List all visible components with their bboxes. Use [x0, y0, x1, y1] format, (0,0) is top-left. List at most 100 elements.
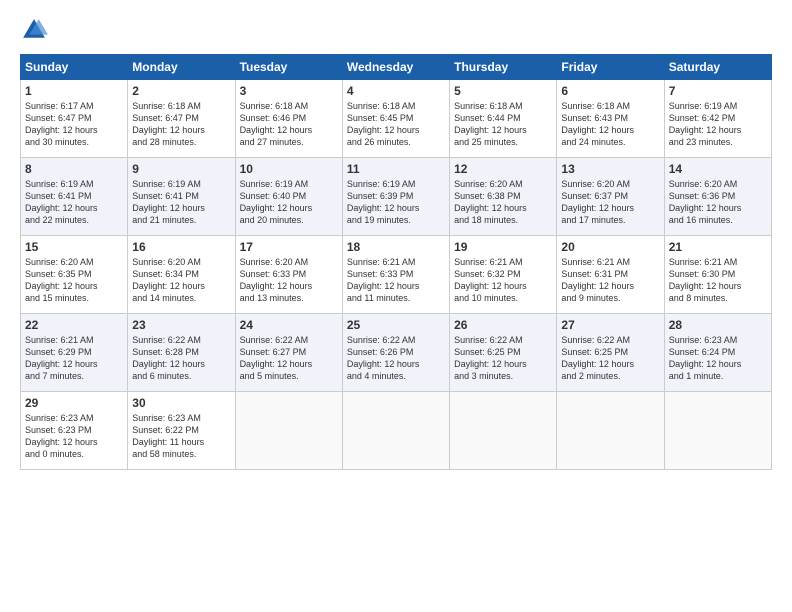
- day-info: Sunrise: 6:20 AM Sunset: 6:34 PM Dayligh…: [132, 256, 230, 305]
- weekday-header-tuesday: Tuesday: [235, 55, 342, 80]
- day-number: 28: [669, 318, 767, 332]
- day-number: 10: [240, 162, 338, 176]
- calendar-day-cell: 26 Sunrise: 6:22 AM Sunset: 6:25 PM Dayli…: [450, 314, 557, 392]
- day-info: Sunrise: 6:22 AM Sunset: 6:25 PM Dayligh…: [454, 334, 552, 383]
- calendar-day-cell: 18 Sunrise: 6:21 AM Sunset: 6:33 PM Dayli…: [342, 236, 449, 314]
- day-number: 30: [132, 396, 230, 410]
- day-number: 15: [25, 240, 123, 254]
- day-number: 11: [347, 162, 445, 176]
- calendar-week-row: 29 Sunrise: 6:23 AM Sunset: 6:23 PM Dayli…: [21, 392, 772, 470]
- calendar-body: 1 Sunrise: 6:17 AM Sunset: 6:47 PM Daylig…: [21, 80, 772, 470]
- day-number: 22: [25, 318, 123, 332]
- calendar-day-cell: [342, 392, 449, 470]
- day-info: Sunrise: 6:17 AM Sunset: 6:47 PM Dayligh…: [25, 100, 123, 149]
- day-info: Sunrise: 6:18 AM Sunset: 6:46 PM Dayligh…: [240, 100, 338, 149]
- calendar-week-row: 8 Sunrise: 6:19 AM Sunset: 6:41 PM Daylig…: [21, 158, 772, 236]
- day-number: 20: [561, 240, 659, 254]
- calendar-day-cell: 29 Sunrise: 6:23 AM Sunset: 6:23 PM Dayli…: [21, 392, 128, 470]
- calendar-day-cell: 10 Sunrise: 6:19 AM Sunset: 6:40 PM Dayli…: [235, 158, 342, 236]
- day-number: 3: [240, 84, 338, 98]
- calendar-day-cell: 13Sunrise: 6:20 AM Sunset: 6:37 PM Dayli…: [557, 158, 664, 236]
- logo: [20, 16, 52, 44]
- day-number: 8: [25, 162, 123, 176]
- calendar-day-cell: 25 Sunrise: 6:22 AM Sunset: 6:26 PM Dayli…: [342, 314, 449, 392]
- calendar-day-cell: 19 Sunrise: 6:21 AM Sunset: 6:32 PM Dayli…: [450, 236, 557, 314]
- day-info: Sunrise: 6:22 AM Sunset: 6:25 PM Dayligh…: [561, 334, 659, 383]
- calendar-week-row: 22 Sunrise: 6:21 AM Sunset: 6:29 PM Dayli…: [21, 314, 772, 392]
- day-number: 21: [669, 240, 767, 254]
- day-info: Sunrise: 6:23 AM Sunset: 6:23 PM Dayligh…: [25, 412, 123, 461]
- calendar-day-cell: 24Sunrise: 6:22 AM Sunset: 6:27 PM Dayli…: [235, 314, 342, 392]
- day-number: 18: [347, 240, 445, 254]
- day-number: 4: [347, 84, 445, 98]
- day-number: 6: [561, 84, 659, 98]
- page-header: [20, 16, 772, 44]
- day-info: Sunrise: 6:23 AM Sunset: 6:24 PM Dayligh…: [669, 334, 767, 383]
- calendar-day-cell: 16Sunrise: 6:20 AM Sunset: 6:34 PM Dayli…: [128, 236, 235, 314]
- day-info: Sunrise: 6:20 AM Sunset: 6:35 PM Dayligh…: [25, 256, 123, 305]
- calendar-day-cell: 28 Sunrise: 6:23 AM Sunset: 6:24 PM Dayli…: [664, 314, 771, 392]
- calendar-day-cell: 30 Sunrise: 6:23 AM Sunset: 6:22 PM Dayli…: [128, 392, 235, 470]
- day-number: 2: [132, 84, 230, 98]
- logo-icon: [20, 16, 48, 44]
- calendar-day-cell: 6 Sunrise: 6:18 AM Sunset: 6:43 PM Daylig…: [557, 80, 664, 158]
- calendar-page: SundayMondayTuesdayWednesdayThursdayFrid…: [0, 0, 792, 612]
- day-number: 12: [454, 162, 552, 176]
- day-number: 9: [132, 162, 230, 176]
- calendar-day-cell: 1 Sunrise: 6:17 AM Sunset: 6:47 PM Daylig…: [21, 80, 128, 158]
- calendar-day-cell: 7Sunrise: 6:19 AM Sunset: 6:42 PM Daylig…: [664, 80, 771, 158]
- day-number: 19: [454, 240, 552, 254]
- day-info: Sunrise: 6:19 AM Sunset: 6:40 PM Dayligh…: [240, 178, 338, 227]
- day-number: 29: [25, 396, 123, 410]
- day-info: Sunrise: 6:20 AM Sunset: 6:37 PM Dayligh…: [561, 178, 659, 227]
- day-info: Sunrise: 6:18 AM Sunset: 6:44 PM Dayligh…: [454, 100, 552, 149]
- calendar-day-cell: 23 Sunrise: 6:22 AM Sunset: 6:28 PM Dayli…: [128, 314, 235, 392]
- calendar-day-cell: 27 Sunrise: 6:22 AM Sunset: 6:25 PM Dayli…: [557, 314, 664, 392]
- day-info: Sunrise: 6:20 AM Sunset: 6:36 PM Dayligh…: [669, 178, 767, 227]
- day-info: Sunrise: 6:23 AM Sunset: 6:22 PM Dayligh…: [132, 412, 230, 461]
- day-info: Sunrise: 6:19 AM Sunset: 6:41 PM Dayligh…: [25, 178, 123, 227]
- calendar-day-cell: 14 Sunrise: 6:20 AM Sunset: 6:36 PM Dayli…: [664, 158, 771, 236]
- weekday-header-saturday: Saturday: [664, 55, 771, 80]
- weekday-header-monday: Monday: [128, 55, 235, 80]
- day-info: Sunrise: 6:21 AM Sunset: 6:32 PM Dayligh…: [454, 256, 552, 305]
- calendar-day-cell: 9Sunrise: 6:19 AM Sunset: 6:41 PM Daylig…: [128, 158, 235, 236]
- weekday-header-sunday: Sunday: [21, 55, 128, 80]
- calendar-day-cell: [450, 392, 557, 470]
- day-info: Sunrise: 6:22 AM Sunset: 6:27 PM Dayligh…: [240, 334, 338, 383]
- day-info: Sunrise: 6:21 AM Sunset: 6:29 PM Dayligh…: [25, 334, 123, 383]
- weekday-header-friday: Friday: [557, 55, 664, 80]
- day-info: Sunrise: 6:19 AM Sunset: 6:39 PM Dayligh…: [347, 178, 445, 227]
- calendar-day-cell: 11 Sunrise: 6:19 AM Sunset: 6:39 PM Dayli…: [342, 158, 449, 236]
- day-info: Sunrise: 6:19 AM Sunset: 6:42 PM Dayligh…: [669, 100, 767, 149]
- day-info: Sunrise: 6:22 AM Sunset: 6:28 PM Dayligh…: [132, 334, 230, 383]
- day-number: 14: [669, 162, 767, 176]
- calendar-header: SundayMondayTuesdayWednesdayThursdayFrid…: [21, 55, 772, 80]
- day-number: 25: [347, 318, 445, 332]
- day-info: Sunrise: 6:21 AM Sunset: 6:33 PM Dayligh…: [347, 256, 445, 305]
- day-info: Sunrise: 6:18 AM Sunset: 6:45 PM Dayligh…: [347, 100, 445, 149]
- day-number: 26: [454, 318, 552, 332]
- day-info: Sunrise: 6:18 AM Sunset: 6:43 PM Dayligh…: [561, 100, 659, 149]
- day-number: 5: [454, 84, 552, 98]
- day-info: Sunrise: 6:21 AM Sunset: 6:30 PM Dayligh…: [669, 256, 767, 305]
- day-number: 1: [25, 84, 123, 98]
- day-number: 27: [561, 318, 659, 332]
- weekday-header-wednesday: Wednesday: [342, 55, 449, 80]
- calendar-day-cell: 22 Sunrise: 6:21 AM Sunset: 6:29 PM Dayli…: [21, 314, 128, 392]
- calendar-day-cell: 2Sunrise: 6:18 AM Sunset: 6:47 PM Daylig…: [128, 80, 235, 158]
- weekday-header-thursday: Thursday: [450, 55, 557, 80]
- calendar-day-cell: [557, 392, 664, 470]
- day-number: 23: [132, 318, 230, 332]
- calendar-day-cell: 8 Sunrise: 6:19 AM Sunset: 6:41 PM Daylig…: [21, 158, 128, 236]
- day-info: Sunrise: 6:20 AM Sunset: 6:33 PM Dayligh…: [240, 256, 338, 305]
- calendar-day-cell: 4 Sunrise: 6:18 AM Sunset: 6:45 PM Daylig…: [342, 80, 449, 158]
- calendar-day-cell: 5 Sunrise: 6:18 AM Sunset: 6:44 PM Daylig…: [450, 80, 557, 158]
- calendar-day-cell: 3 Sunrise: 6:18 AM Sunset: 6:46 PM Daylig…: [235, 80, 342, 158]
- calendar-day-cell: 12 Sunrise: 6:20 AM Sunset: 6:38 PM Dayli…: [450, 158, 557, 236]
- calendar-day-cell: 17Sunrise: 6:20 AM Sunset: 6:33 PM Dayli…: [235, 236, 342, 314]
- calendar-day-cell: 21 Sunrise: 6:21 AM Sunset: 6:30 PM Dayli…: [664, 236, 771, 314]
- calendar-week-row: 1 Sunrise: 6:17 AM Sunset: 6:47 PM Daylig…: [21, 80, 772, 158]
- day-info: Sunrise: 6:20 AM Sunset: 6:38 PM Dayligh…: [454, 178, 552, 227]
- day-info: Sunrise: 6:22 AM Sunset: 6:26 PM Dayligh…: [347, 334, 445, 383]
